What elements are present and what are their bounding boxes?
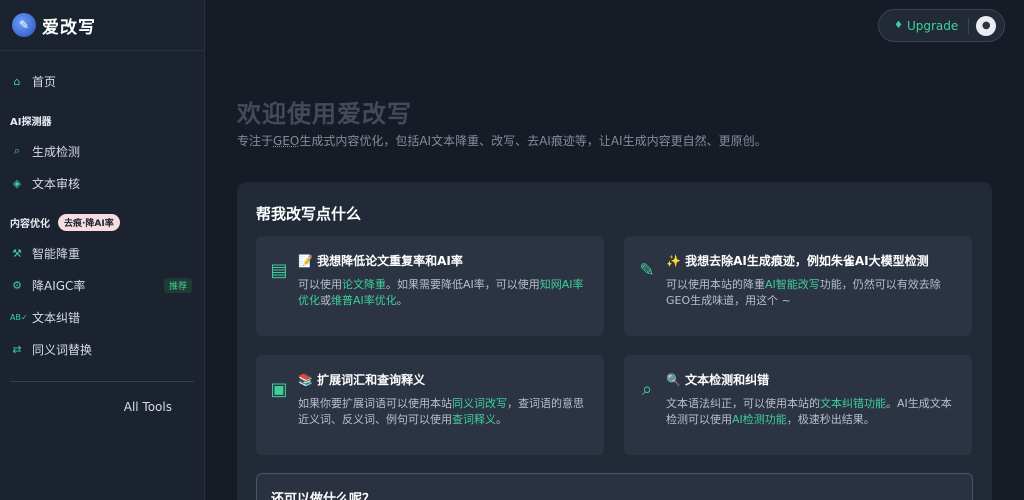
topbar-separator	[968, 17, 970, 34]
sidebar-item-review[interactable]: ◈ 文本审核	[0, 167, 204, 199]
card-expand-vocab[interactable]: ▣ 📚 扩展词汇和查询释义 如果你要扩展词语可以使用本站同义词改写，查词语的意思…	[256, 355, 604, 455]
help-panel: 帮我改写点什么 ▤ 📝 我想降低论文重复率和AI率 可以使用论文降重。如果需要降…	[237, 182, 992, 500]
sidebar-item-synonym[interactable]: ⇄ 同义词替换	[0, 333, 204, 365]
document-icon: ▤	[270, 260, 288, 281]
more-title: 还可以做什么呢？	[271, 492, 376, 500]
topbar: ♦ Upgrade ●	[878, 9, 1005, 42]
sidebar-item-label: 文本纠错	[32, 310, 81, 325]
panel-title: 帮我改写点什么	[256, 205, 362, 223]
desc-text: ，极速秒出结果。	[786, 413, 875, 426]
brand-title: 爱改写	[42, 17, 96, 38]
sidebar-item-label: 同义词替换	[32, 342, 93, 357]
desc-text: 。	[496, 413, 507, 426]
all-tools-link[interactable]: All Tools	[0, 400, 204, 414]
link-text-correct[interactable]: 文本纠错功能	[820, 397, 886, 410]
gem-icon: ♦	[894, 20, 903, 31]
robot-icon: ⚙	[12, 278, 22, 292]
desc-text: 可以使用	[298, 278, 342, 291]
recommend-badge: 推荐	[163, 277, 192, 293]
sidebar-item-label: 生成检测	[32, 144, 81, 159]
magic-wand-icon: ⚒	[12, 246, 22, 260]
card-desc: 可以使用论文降重。如果需要降低AI率，可以使用知网AI率优化或维普AI率优化。	[298, 277, 592, 309]
search-icon: ⌕	[641, 379, 653, 400]
sidebar-item-detect[interactable]: ⌕ 生成检测	[0, 135, 204, 167]
card-desc: 可以使用本站的降重AI智能改写功能，仍然可以有效去除GEO生成味道，用这个 ~	[666, 277, 960, 309]
sidebar-divider	[10, 381, 194, 382]
sidebar-item-correct[interactable]: AB✓ 文本纠错	[0, 301, 204, 333]
spellcheck-icon: AB✓	[10, 312, 28, 322]
card-detect-correct[interactable]: ⌕ 🔍 文本检测和纠错 文本语法纠正，可以使用本站的文本纠错功能。AI生成文本检…	[624, 355, 972, 455]
section-label-text: 内容优化	[10, 218, 50, 230]
sidebar-item-reduce-aigc[interactable]: ⚙ 降AIGC率 推荐	[0, 269, 204, 301]
shuffle-icon: ⇄	[12, 342, 22, 356]
card-remove-ai-trace[interactable]: ✎ ✨ 我想去除AI生成痕迹，例如朱雀AI大模型检测 可以使用本站的降重AI智能…	[624, 236, 972, 336]
section-tag: 去痕·降AI率	[58, 213, 120, 231]
sidebar: ✎ 爱改写 ⌂ 首页 AI探测器 ⌕ 生成检测 ◈ 文本审核 内容优化 去痕·降…	[0, 0, 205, 500]
pencil-icon: ✎	[639, 260, 655, 281]
upgrade-button[interactable]: ♦ Upgrade	[894, 19, 958, 33]
sidebar-item-smart-reduce[interactable]: ⚒ 智能降重	[0, 237, 204, 269]
geo-term: GEO	[273, 134, 300, 148]
sidebar-item-label: 智能降重	[32, 246, 81, 261]
card-title: 📚 扩展词汇和查询释义	[298, 373, 426, 387]
link-ai-rewrite[interactable]: AI智能改写	[765, 278, 820, 291]
card-desc: 文本语法纠正，可以使用本站的文本纠错功能。AI生成文本检测可以使用AI检测功能，…	[666, 396, 960, 428]
link-paper-reduce[interactable]: 论文降重	[342, 278, 386, 291]
section-content-optimize: 内容优化 去痕·降AI率	[0, 207, 204, 237]
sidebar-item-label: 首页	[32, 74, 57, 89]
more-section: 还可以做什么呢？	[256, 473, 973, 500]
home-icon: ⌂	[13, 74, 21, 88]
subtitle-prefix: 专注于	[237, 134, 274, 148]
desc-text: 。如果需要降低AI率，可以使用	[386, 278, 540, 291]
user-avatar-icon[interactable]: ●	[976, 15, 997, 36]
sidebar-item-home[interactable]: ⌂ 首页	[0, 65, 204, 97]
desc-text: 。	[396, 294, 408, 307]
sidebar-item-label: 降AIGC率	[32, 278, 86, 293]
card-title: ✨ 我想去除AI生成痕迹，例如朱雀AI大模型检测	[666, 254, 929, 268]
brand[interactable]: ✎ 爱改写	[0, 0, 204, 51]
link-word-meaning[interactable]: 查词释义	[452, 413, 496, 426]
desc-text: 可以使用本站的降重	[666, 278, 765, 291]
card-desc: 如果你要扩展词语可以使用本站同义词改写，查词语的意思近义词、反义词、例句可以使用…	[298, 396, 592, 428]
subtitle-rest: 生成式内容优化，包括AI文本降重、改写、去AI痕迹等，让AI生成内容更自然、更原…	[299, 134, 767, 148]
page-subtitle: 专注于GEO生成式内容优化，包括AI文本降重、改写、去AI痕迹等，让AI生成内容…	[237, 132, 767, 149]
desc-text: 或	[320, 294, 331, 307]
magnifier-icon: ⌕	[13, 144, 21, 157]
link-synonym-rewrite[interactable]: 同义词改写	[452, 397, 507, 410]
page-title: 欢迎使用爱改写	[237, 100, 412, 128]
card-title: 📝 我想降低论文重复率和AI率	[298, 254, 463, 268]
card-title: 🔍 文本检测和纠错	[666, 373, 770, 387]
section-ai-detector: AI探测器	[10, 116, 52, 128]
sidebar-nav: ⌂ 首页 AI探测器 ⌕ 生成检测 ◈ 文本审核 内容优化 去痕·降AI率 ⚒ …	[0, 51, 204, 414]
upgrade-label: Upgrade	[906, 18, 959, 33]
card-reduce-duplicate[interactable]: ▤ 📝 我想降低论文重复率和AI率 可以使用论文降重。如果需要降低AI率，可以使…	[256, 236, 604, 336]
desc-text: 文本语法纠正，可以使用本站的	[666, 397, 820, 410]
desc-text: 如果你要扩展词语可以使用本站	[298, 397, 452, 410]
link-vip-ai[interactable]: 维普AI率优化	[331, 294, 397, 307]
book-icon: ▣	[270, 379, 288, 400]
sidebar-item-label: 文本审核	[32, 176, 81, 191]
link-ai-detect[interactable]: AI检测功能	[732, 413, 787, 426]
logo-icon: ✎	[12, 13, 36, 37]
shield-icon: ◈	[12, 176, 22, 190]
